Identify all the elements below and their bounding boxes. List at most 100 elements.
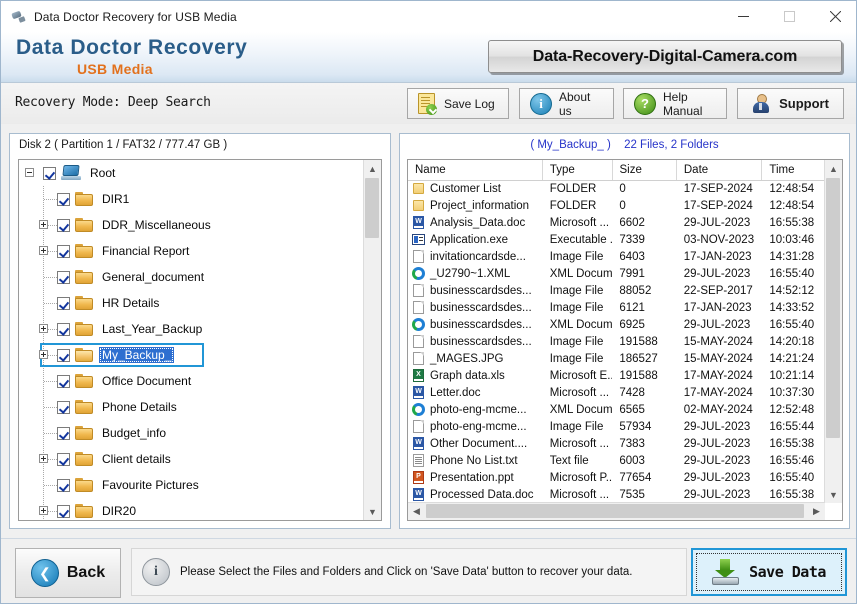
support-button[interactable]: Support [737,88,844,119]
tree-vertical-scrollbar[interactable]: ▲ ▼ [363,160,381,520]
tree-item-dir20[interactable]: DIR20 [19,498,365,520]
about-us-button[interactable]: i About us [519,88,614,119]
file-size-cell: 57934 [619,420,652,433]
scroll-down-icon[interactable]: ▼ [825,486,842,503]
tree-item-label: Phone Details [102,400,177,414]
file-name-text: Letter.doc [430,386,481,399]
expand-plus-icon[interactable] [39,324,48,333]
expand-plus-icon[interactable] [39,350,48,359]
table-row[interactable]: photo-eng-mcme... Image File 57934 29-JUL-2… [408,418,825,435]
tree-checkbox[interactable] [57,478,70,492]
column-header-name[interactable]: Name [408,160,543,180]
table-row[interactable]: W Other Document.... Microsoft ... 7383 29-J… [408,435,825,452]
help-manual-button[interactable]: ? Help Manual [623,88,727,119]
tree-item-client-details[interactable]: Client details [19,446,365,472]
table-row[interactable]: _U2790~1.XML XML Docum... 7991 29-JUL-2023 1… [408,265,825,282]
scroll-up-icon[interactable]: ▲ [364,160,381,177]
file-date-cell: 29-JUL-2023 [683,437,751,450]
expand-plus-icon[interactable] [39,220,48,229]
file-name-cell: _U2790~1.XML [408,266,543,281]
tree-checkbox[interactable] [57,218,70,232]
file-name-text: Analysis_Data.doc [430,216,526,229]
collapse-minus-icon[interactable] [25,168,34,177]
tree-checkbox[interactable] [57,192,70,206]
xml-icon [412,266,426,281]
tree-item-last-year-backup[interactable]: Last_Year_Backup [19,316,365,342]
table-row[interactable]: W Analysis_Data.doc Microsoft ... 6602 29-JU… [408,214,825,231]
file-date-cell: 29-JUL-2023 [683,471,751,484]
minimize-icon[interactable] [720,1,766,32]
table-row[interactable]: X Graph data.xls Microsoft E... 191588 17-MA… [408,367,825,384]
scroll-left-icon[interactable]: ◀ [408,503,425,520]
back-button[interactable]: ❮ Back [15,548,121,598]
file-name-text: businesscardsdes... [430,335,532,348]
tree-checkbox[interactable] [57,452,70,466]
tree-checkbox[interactable] [57,270,70,284]
table-row[interactable]: businesscardsdes... XML Docum... 6925 29-JU… [408,316,825,333]
save-log-button[interactable]: Save Log [407,88,509,119]
table-row[interactable]: businesscardsdes... Image File 6121 17-JAN-… [408,299,825,316]
column-header-type[interactable]: Type [543,160,613,180]
tree-item-phone-details[interactable]: Phone Details [19,394,365,420]
file-name-text: Project_information [430,199,530,212]
list-horizontal-scrollbar[interactable]: ◀ ▶ [408,502,825,520]
file-type-cell: Image File [549,420,604,433]
tree-checkbox[interactable] [57,504,70,518]
table-row[interactable]: businesscardsdes... Image File 191588 15-MA… [408,333,825,350]
table-row[interactable]: businesscardsdes... Image File 88052 22-SEP… [408,282,825,299]
xml-icon [412,317,426,332]
table-row[interactable]: Application.exe Executable ... 7339 03-NOV-… [408,231,825,248]
tree-item-my-backup[interactable]: My_Backup_ [19,342,365,368]
expand-plus-icon[interactable] [39,506,48,515]
table-row[interactable]: photo-eng-mcme... XML Docum... 6565 02-MAY-… [408,401,825,418]
list-vertical-scrollbar[interactable]: ▲ ▼ [824,160,842,503]
save-data-button[interactable]: Save Data [691,548,847,596]
file-list[interactable]: Name Type Size Date Time Customer List FOLDER… [407,159,843,521]
scroll-right-icon[interactable]: ▶ [808,503,825,520]
table-row[interactable]: Phone No List.txt Text file 6003 29-JUL-202… [408,452,825,469]
list-hscroll-thumb[interactable] [426,504,804,518]
tree-checkbox[interactable] [57,348,70,362]
tree-item-office-document[interactable]: Office Document [19,368,365,394]
tree-item-budget-info[interactable]: Budget_info [19,420,365,446]
file-name-cell: Application.exe [408,233,543,247]
expand-plus-icon[interactable] [39,246,48,255]
tree-item-root[interactable]: Root [19,160,365,186]
maximize-icon[interactable] [766,1,812,32]
blank-file-icon [412,334,426,349]
tree-item-favourite-pictures[interactable]: Favourite Pictures [19,472,365,498]
tree-checkbox[interactable] [57,322,70,336]
tree-item-hr-details[interactable]: HR Details [19,290,365,316]
table-row[interactable]: _MAGES.JPG Image File 186527 15-MAY-2024 14:… [408,350,825,367]
tree-checkbox[interactable] [57,400,70,414]
tree-item-ddr-miscellaneous[interactable]: DDR_Miscellaneous [19,212,365,238]
scroll-down-icon[interactable]: ▼ [364,503,381,520]
file-size-cell: 6003 [619,454,645,467]
file-type-cell: Microsoft E... [549,369,613,382]
table-row[interactable]: W Processed Data.doc Microsoft ... 7535 29-J… [408,486,825,503]
list-scroll-thumb[interactable] [826,178,840,438]
column-header-size[interactable]: Size [613,160,677,180]
close-icon[interactable] [812,1,856,32]
tree-item-label: Favourite Pictures [102,478,199,492]
tree-checkbox[interactable] [57,426,70,440]
column-header-time[interactable]: Time [762,160,825,180]
table-row[interactable]: Project_information FOLDER 0 17-SEP-2024 12:… [408,197,825,214]
folder-tree[interactable]: Root DIR1 DDR_Miscellaneous Financial Repor… [18,159,382,521]
scroll-up-icon[interactable]: ▲ [825,160,842,177]
tree-item-financial-report[interactable]: Financial Report [19,238,365,264]
tree-checkbox[interactable] [57,244,70,258]
table-row[interactable]: W Letter.doc Microsoft ... 7428 17-MAY-2024 1… [408,384,825,401]
tree-item-general-document[interactable]: General_document [19,264,365,290]
tree-scroll-thumb[interactable] [365,178,379,238]
table-row[interactable]: invitationcardsde... Image File 6403 17-JAN… [408,248,825,265]
expand-plus-icon[interactable] [39,454,48,463]
website-button[interactable]: Data-Recovery-Digital-Camera.com [488,40,842,73]
table-row[interactable]: P Presentation.ppt Microsoft P... 77654 29-J… [408,469,825,486]
tree-checkbox[interactable] [57,374,70,388]
tree-checkbox[interactable] [43,166,56,180]
table-row[interactable]: Customer List FOLDER 0 17-SEP-2024 12:48:54 [408,180,825,197]
column-header-date[interactable]: Date [677,160,763,180]
tree-checkbox[interactable] [57,296,70,310]
tree-item-dir1[interactable]: DIR1 [19,186,365,212]
